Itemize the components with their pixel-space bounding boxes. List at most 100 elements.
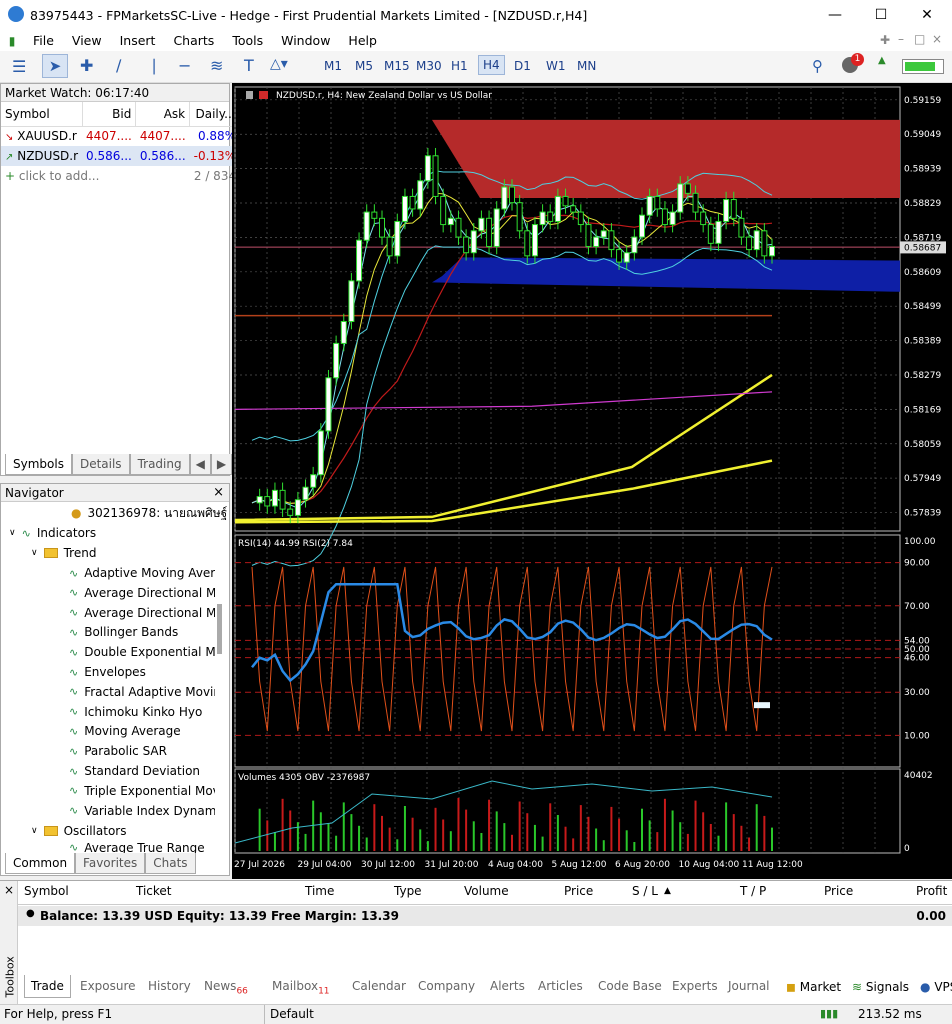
col-tp[interactable]: T / P: [740, 884, 766, 898]
tab-news[interactable]: News66: [204, 979, 248, 996]
navigator-scrollbar[interactable]: [217, 604, 222, 654]
maximize-button[interactable]: ☐: [858, 0, 904, 30]
menu-charts[interactable]: Charts: [164, 33, 223, 48]
tab-exposure[interactable]: Exposure: [80, 979, 136, 993]
tab-calendar[interactable]: Calendar: [352, 979, 406, 993]
chevron-down-icon[interactable]: ∨: [9, 528, 16, 538]
horizontal-line-icon[interactable]: −: [178, 56, 191, 75]
chevron-down-icon[interactable]: ∨: [31, 826, 38, 836]
table-row[interactable]: ↗ NZDUSD.r 0.586... 0.586... -0.13%: [1, 146, 241, 166]
minimize-button[interactable]: —: [812, 0, 858, 30]
tab-history[interactable]: History: [148, 979, 191, 993]
vertical-line-icon[interactable]: ∣: [150, 56, 158, 75]
vps-link[interactable]: ● VPS: [920, 980, 952, 994]
tf-d1[interactable]: D1: [514, 59, 531, 73]
menu-file[interactable]: File: [24, 33, 63, 48]
trendline-icon[interactable]: ∕: [116, 56, 121, 75]
col-ask[interactable]: Ask: [135, 102, 191, 127]
sort-asc-icon[interactable]: ▲: [664, 886, 671, 896]
tf-w1[interactable]: W1: [546, 59, 566, 73]
nav-indicator-item[interactable]: ∿ Variable Index Dynamic: [69, 801, 215, 821]
tab-code-base[interactable]: Code Base: [598, 979, 662, 993]
col-price-current[interactable]: Price: [824, 884, 853, 898]
nav-oscillators[interactable]: ∨ Oscillators: [31, 821, 126, 841]
add-symbol-row[interactable]: + click to add... 2 / 834: [1, 166, 240, 186]
crosshair-icon[interactable]: ✚: [80, 56, 93, 75]
nav-indicators[interactable]: ∨ ∿ Indicators: [9, 523, 96, 543]
menu-tools[interactable]: Tools: [223, 33, 272, 48]
nav-indicator-item[interactable]: ∿ Double Exponential Mo: [69, 642, 215, 662]
nav-trend[interactable]: ∨ Trend: [31, 543, 96, 563]
tab-favorites[interactable]: Favorites: [75, 853, 146, 874]
chevron-down-icon[interactable]: ∨: [31, 548, 38, 558]
tf-m30[interactable]: M30: [416, 59, 442, 73]
tab-company[interactable]: Company: [418, 979, 475, 993]
nav-indicator-item[interactable]: ∿ Moving Average: [69, 721, 215, 741]
tf-mn[interactable]: MN: [577, 59, 596, 73]
tf-m15[interactable]: M15: [384, 59, 410, 73]
cursor-tool-icon[interactable]: ➤: [42, 54, 68, 78]
nav-indicator-item[interactable]: ∿ Bollinger Bands: [69, 622, 215, 642]
balance-row[interactable]: ● Balance: 13.39 USD Equity: 13.39 Free …: [18, 906, 952, 926]
nav-indicator-item[interactable]: ∿ Parabolic SAR: [69, 741, 215, 761]
close-window-button[interactable]: ✕: [904, 0, 950, 30]
level-icon[interactable]: ▲: [878, 55, 886, 66]
price-chart[interactable]: 0.591590.590490.589390.588290.587190.586…: [232, 83, 952, 879]
channel-icon[interactable]: ≋: [210, 56, 223, 75]
col-bid[interactable]: Bid: [82, 102, 137, 127]
nav-indicator-item[interactable]: ∿ Adaptive Moving Avera: [69, 563, 215, 583]
tf-m5[interactable]: M5: [355, 59, 373, 73]
nav-indicator-item[interactable]: ∿ Envelopes: [69, 662, 215, 682]
col-price[interactable]: Price: [564, 884, 593, 898]
menu-help[interactable]: Help: [339, 33, 386, 48]
tf-m1[interactable]: M1: [324, 59, 342, 73]
tab-journal[interactable]: Journal: [728, 979, 770, 993]
col-volume[interactable]: Volume: [464, 884, 509, 898]
tab-experts[interactable]: Experts: [672, 979, 718, 993]
tf-h4[interactable]: H4: [478, 55, 505, 75]
tab-common[interactable]: Common: [5, 853, 76, 874]
table-row[interactable]: ↘ XAUUSD.r 4407.... 4407.... 0.88%: [1, 126, 240, 146]
col-type[interactable]: Type: [394, 884, 422, 898]
col-time[interactable]: Time: [305, 884, 334, 898]
tf-h1[interactable]: H1: [451, 59, 468, 73]
shapes-icon[interactable]: △▾: [270, 56, 288, 72]
mdi-restore-icon[interactable]: □: [914, 32, 925, 46]
col-ticket[interactable]: Ticket: [136, 884, 172, 898]
tab-scroll-left-icon[interactable]: ◀: [189, 454, 211, 475]
tab-scroll-right-icon[interactable]: ▶: [210, 454, 233, 475]
nav-account[interactable]: ● 302136978: นายณพศิษฐ์ ส: [71, 503, 229, 523]
mdi-minimize-icon[interactable]: –: [898, 32, 904, 46]
market-link[interactable]: ◼ Market: [786, 980, 841, 994]
tab-symbols[interactable]: Symbols: [5, 454, 72, 475]
menu-view[interactable]: View: [63, 33, 111, 48]
col-symbol[interactable]: Symbol: [1, 102, 83, 127]
tab-mailbox[interactable]: Mailbox11: [272, 979, 330, 996]
nav-indicator-item[interactable]: ∿ Fractal Adaptive Movin: [69, 682, 215, 702]
text-tool-icon[interactable]: T: [244, 56, 254, 75]
mdi-pin-icon[interactable]: ✚: [880, 33, 890, 47]
tab-trading[interactable]: Trading: [129, 454, 190, 475]
nav-indicator-item[interactable]: ∿ Average Directional Mo: [69, 603, 215, 623]
nav-indicator-item[interactable]: ∿ Triple Exponential Movi: [69, 781, 215, 801]
menu-insert[interactable]: Insert: [111, 33, 165, 48]
tab-trade[interactable]: Trade: [24, 975, 71, 998]
nav-indicator-item[interactable]: ∿ Standard Deviation: [69, 761, 215, 781]
status-profile[interactable]: Default: [270, 1007, 314, 1021]
close-icon[interactable]: ×: [213, 485, 224, 500]
signals-link[interactable]: ≋ Signals: [852, 980, 909, 994]
nav-indicator-item[interactable]: ∿ Average True Range: [69, 841, 205, 853]
nav-indicator-item[interactable]: ∿ Ichimoku Kinko Hyo: [69, 702, 215, 722]
nav-indicator-item[interactable]: ∿ Average Directional Mo: [69, 583, 215, 603]
mdi-close-icon[interactable]: ×: [932, 32, 942, 46]
col-sl[interactable]: S / L: [632, 884, 658, 898]
chart-window[interactable]: 0.59159 0.59049 0.58939 0.58829 0.58719 0.586…: [232, 83, 952, 879]
tab-details[interactable]: Details: [71, 454, 130, 475]
search-icon[interactable]: ⚲: [812, 57, 823, 75]
close-icon[interactable]: ×: [4, 883, 14, 897]
tab-articles[interactable]: Articles: [538, 979, 583, 993]
menu-lines-icon[interactable]: ☰: [12, 57, 26, 76]
col-symbol[interactable]: Symbol: [24, 884, 69, 898]
col-profit[interactable]: Profit: [916, 884, 947, 898]
tab-chats[interactable]: Chats: [145, 853, 196, 874]
